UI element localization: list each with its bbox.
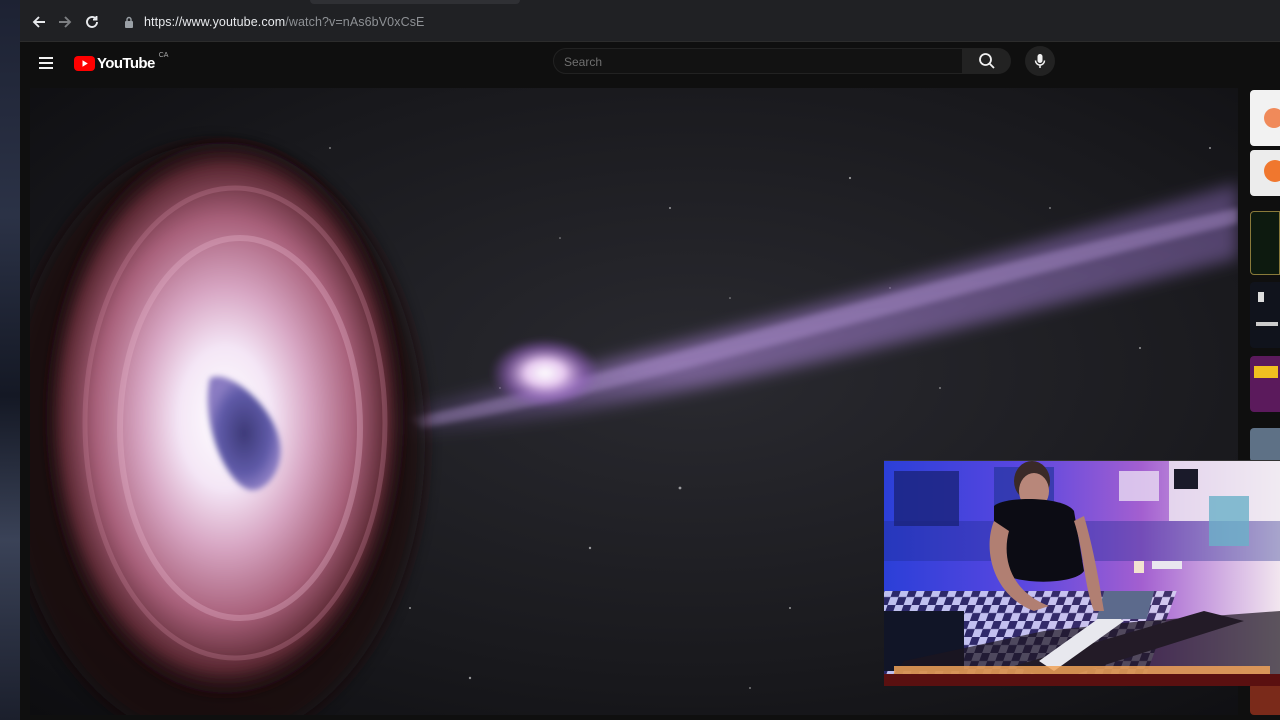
youtube-logo[interactable]: YouTube CA (74, 51, 169, 73)
related-video-thumbnail[interactable] (1250, 211, 1280, 275)
related-video-thumbnail[interactable] (1250, 90, 1280, 146)
microphone-icon (1034, 54, 1046, 68)
url-text[interactable]: https://www.youtube.com/watch?v=nAs6bV0x… (144, 15, 425, 29)
url-host: https://www.youtube.com (144, 15, 286, 29)
url-path: /watch?v=nAs6bV0xCsE (285, 15, 425, 29)
related-video-thumbnail[interactable] (1250, 683, 1280, 715)
related-video-thumbnail[interactable] (1250, 282, 1280, 348)
related-video-thumbnail[interactable] (1250, 428, 1280, 462)
browser-tab-edge[interactable] (310, 0, 520, 4)
reload-icon[interactable] (83, 13, 101, 31)
country-code: CA (158, 51, 169, 59)
forward-arrow-icon[interactable] (56, 13, 74, 31)
search-input[interactable] (554, 49, 936, 75)
related-video-thumbnail[interactable] (1250, 356, 1280, 412)
related-video-thumbnail[interactable] (1250, 150, 1280, 196)
logo-text: YouTube (97, 54, 155, 72)
hamburger-menu-icon[interactable] (39, 57, 53, 69)
back-arrow-icon[interactable] (30, 13, 48, 31)
webcam-feed (884, 461, 1280, 686)
page-bottom-edge (20, 715, 1280, 720)
address-bar[interactable]: https://www.youtube.com/watch?v=nAs6bV0x… (122, 8, 1272, 36)
browser-toolbar: https://www.youtube.com/watch?v=nAs6bV0x… (20, 0, 1280, 42)
search-button[interactable] (963, 48, 1011, 74)
lock-icon[interactable] (124, 16, 134, 28)
youtube-play-icon (74, 55, 95, 71)
search-icon (979, 53, 995, 69)
search-box[interactable] (553, 48, 963, 75)
youtube-header: YouTube CA (20, 42, 1280, 88)
voice-search-button[interactable] (1025, 46, 1055, 76)
webcam-overlay (884, 460, 1280, 686)
desktop-background (0, 0, 20, 720)
